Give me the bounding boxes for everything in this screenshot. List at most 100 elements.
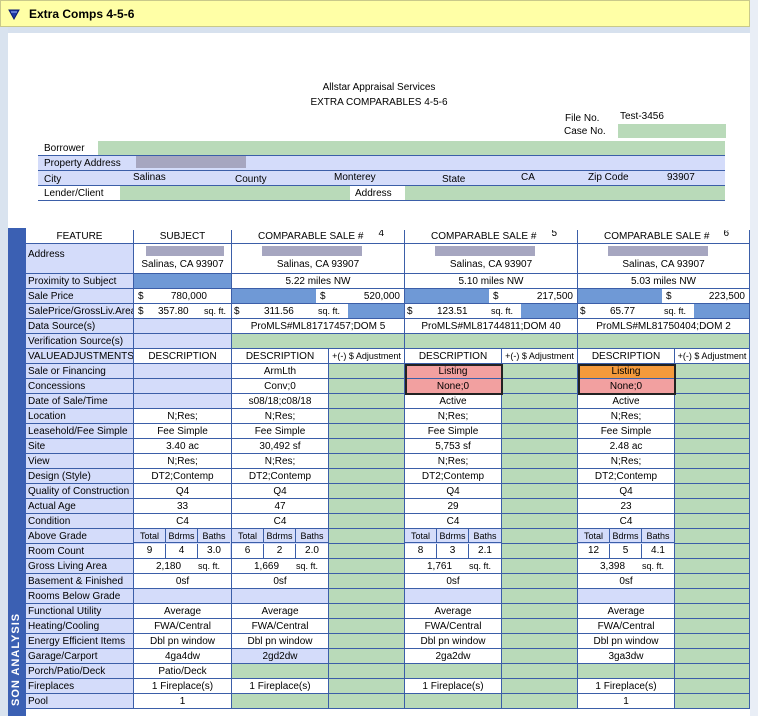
comp-adjustment[interactable] [329,394,405,409]
comp-adjustment[interactable] [502,499,578,514]
borrower-field[interactable] [98,141,725,155]
comp-pool[interactable] [405,694,502,709]
comp-adjustment[interactable] [502,589,578,604]
comp-energy[interactable]: Dbl pn window [578,634,675,649]
comp-sale-price[interactable]: $217,500 [405,289,578,304]
comp-adjustment[interactable] [329,424,405,439]
comp-adjustment[interactable] [502,439,578,454]
comp-view[interactable]: N;Res; [405,454,502,469]
subject-concessions[interactable] [134,379,232,394]
subject-sale-price[interactable]: $780,000 [134,289,232,304]
subject-view[interactable]: N;Res; [134,454,232,469]
comp-adjustment[interactable] [502,409,578,424]
comp-site[interactable]: 30,492 sf [232,439,329,454]
comp-garage[interactable]: 3ga3dw [578,649,675,664]
comp-adjustment[interactable] [675,679,750,694]
subject-gla[interactable]: 2,180 sq. ft. [134,559,232,574]
room-value-total[interactable]: 9 [134,544,166,558]
comp-view[interactable]: N;Res; [578,454,675,469]
comp-adjustment[interactable] [502,514,578,529]
comp-adjustment[interactable] [675,634,750,649]
comp-address[interactable]: Salinas, CA 93907 [405,244,578,274]
comp-adjustment[interactable] [675,619,750,634]
comp-financing[interactable]: ArmLth [232,364,329,379]
comp-adjustment[interactable] [329,484,405,499]
comp-sale-price[interactable]: $520,000 [232,289,405,304]
comp-adjustment[interactable] [502,394,578,409]
comp-adjustment[interactable] [329,664,405,679]
room-value-baths[interactable]: 4.1 [642,544,674,558]
subject-heating[interactable]: FWA/Central [134,619,232,634]
subject-energy[interactable]: Dbl pn window [134,634,232,649]
comp-rooms-below[interactable] [578,589,675,604]
comp-adjustment[interactable] [329,649,405,664]
comp-adjustment[interactable] [675,649,750,664]
comp-functional[interactable]: Average [578,604,675,619]
comp-adjustment[interactable] [675,424,750,439]
comp-condition[interactable]: C4 [405,514,502,529]
comp-adjustment[interactable] [502,364,578,379]
comp-adjustment[interactable] [675,694,750,709]
comp-date-of-sale[interactable]: Active [578,394,675,409]
adj-cell[interactable] [348,304,404,318]
comp-adjustment[interactable] [675,439,750,454]
room-value-baths[interactable]: 2.0 [296,544,328,558]
subject-porch[interactable]: Patio/Deck [134,664,232,679]
comp-adjustment[interactable] [329,379,405,394]
comp-rooms-below[interactable] [405,589,502,604]
comp-price-sqft[interactable]: $311.56 sq. ft. [232,304,405,319]
comp-price-sqft[interactable]: $65.77 sq. ft. [578,304,750,319]
subject-leasehold[interactable]: Fee Simple [134,424,232,439]
subject-fireplaces[interactable]: 1 Fireplace(s) [134,679,232,694]
comp-garage[interactable]: 2gd2dw [232,649,329,664]
comp-adjustment[interactable] [329,604,405,619]
comp-adjustment[interactable] [502,634,578,649]
comp-functional[interactable]: Average [232,604,329,619]
comp-location[interactable]: N;Res; [578,409,675,424]
comp-adjustment[interactable] [329,559,405,574]
comp-adjustment[interactable] [502,424,578,439]
subject-price-sqft[interactable]: $357.80 sq. ft. [134,304,232,319]
comp-adjustment[interactable] [502,559,578,574]
comp-adjustment[interactable] [675,364,750,379]
comp-quality[interactable]: Q4 [578,484,675,499]
subject-financing[interactable] [134,364,232,379]
room-value-total[interactable]: 12 [578,544,610,558]
comp-gla[interactable]: 3,398 sq. ft. [578,559,675,574]
subject-functional[interactable]: Average [134,604,232,619]
comp-adjustment[interactable] [675,514,750,529]
comp-adjustment[interactable] [502,454,578,469]
comp-adjustment[interactable] [675,379,750,394]
comp-date-of-sale[interactable]: Active [405,394,502,409]
comp-data-source[interactable]: ProMLS#ML81750404;DOM 2 [578,319,750,334]
comp-adjustment[interactable] [675,604,750,619]
comp-verification[interactable] [405,334,578,349]
comp-adjustment[interactable] [329,409,405,424]
comp-adjustment[interactable] [502,664,578,679]
comp-adjustment[interactable] [675,499,750,514]
comp-adjustment[interactable] [502,679,578,694]
comp-adjustment[interactable] [675,469,750,484]
comp-adjustment[interactable] [675,664,750,679]
comp-adjustment[interactable] [329,694,405,709]
comp-rooms-below[interactable] [232,589,329,604]
comp-design[interactable]: DT2;Contemp [232,469,329,484]
subject-address[interactable]: Salinas, CA 93907 [134,244,232,274]
comp-pool[interactable]: 1 [578,694,675,709]
comp-adjustment[interactable] [502,379,578,394]
comp-leasehold[interactable]: Fee Simple [578,424,675,439]
comp-age[interactable]: 47 [232,499,329,514]
comp-address[interactable]: Salinas, CA 93907 [578,244,750,274]
comp-adjustment[interactable] [329,454,405,469]
subject-quality[interactable]: Q4 [134,484,232,499]
comp-view[interactable]: N;Res; [232,454,329,469]
subject-location[interactable]: N;Res; [134,409,232,424]
comp-porch[interactable] [232,664,329,679]
comp-design[interactable]: DT2;Contemp [578,469,675,484]
zip-value[interactable]: 93907 [667,172,695,183]
comp-adjustment[interactable] [502,529,578,544]
section-title-bar[interactable]: Extra Comps 4-5-6 [0,0,750,27]
comp-adjustment[interactable] [675,559,750,574]
room-value-total[interactable]: 6 [232,544,264,558]
comp-garage[interactable]: 2ga2dw [405,649,502,664]
